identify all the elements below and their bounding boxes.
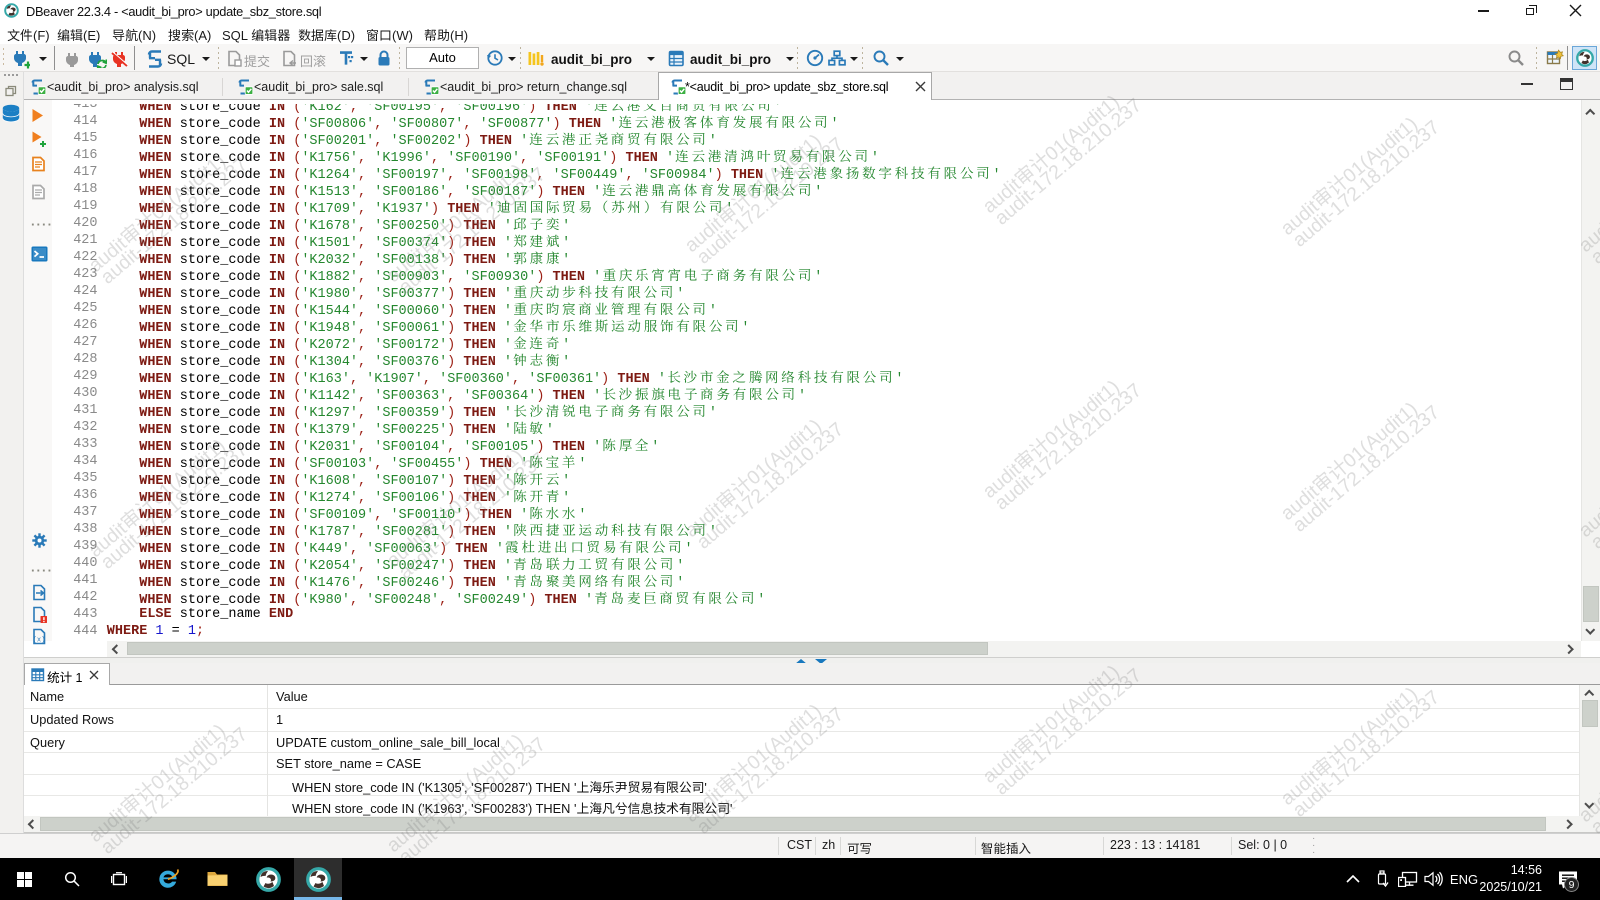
svg-text:(x): (x) <box>33 637 46 645</box>
